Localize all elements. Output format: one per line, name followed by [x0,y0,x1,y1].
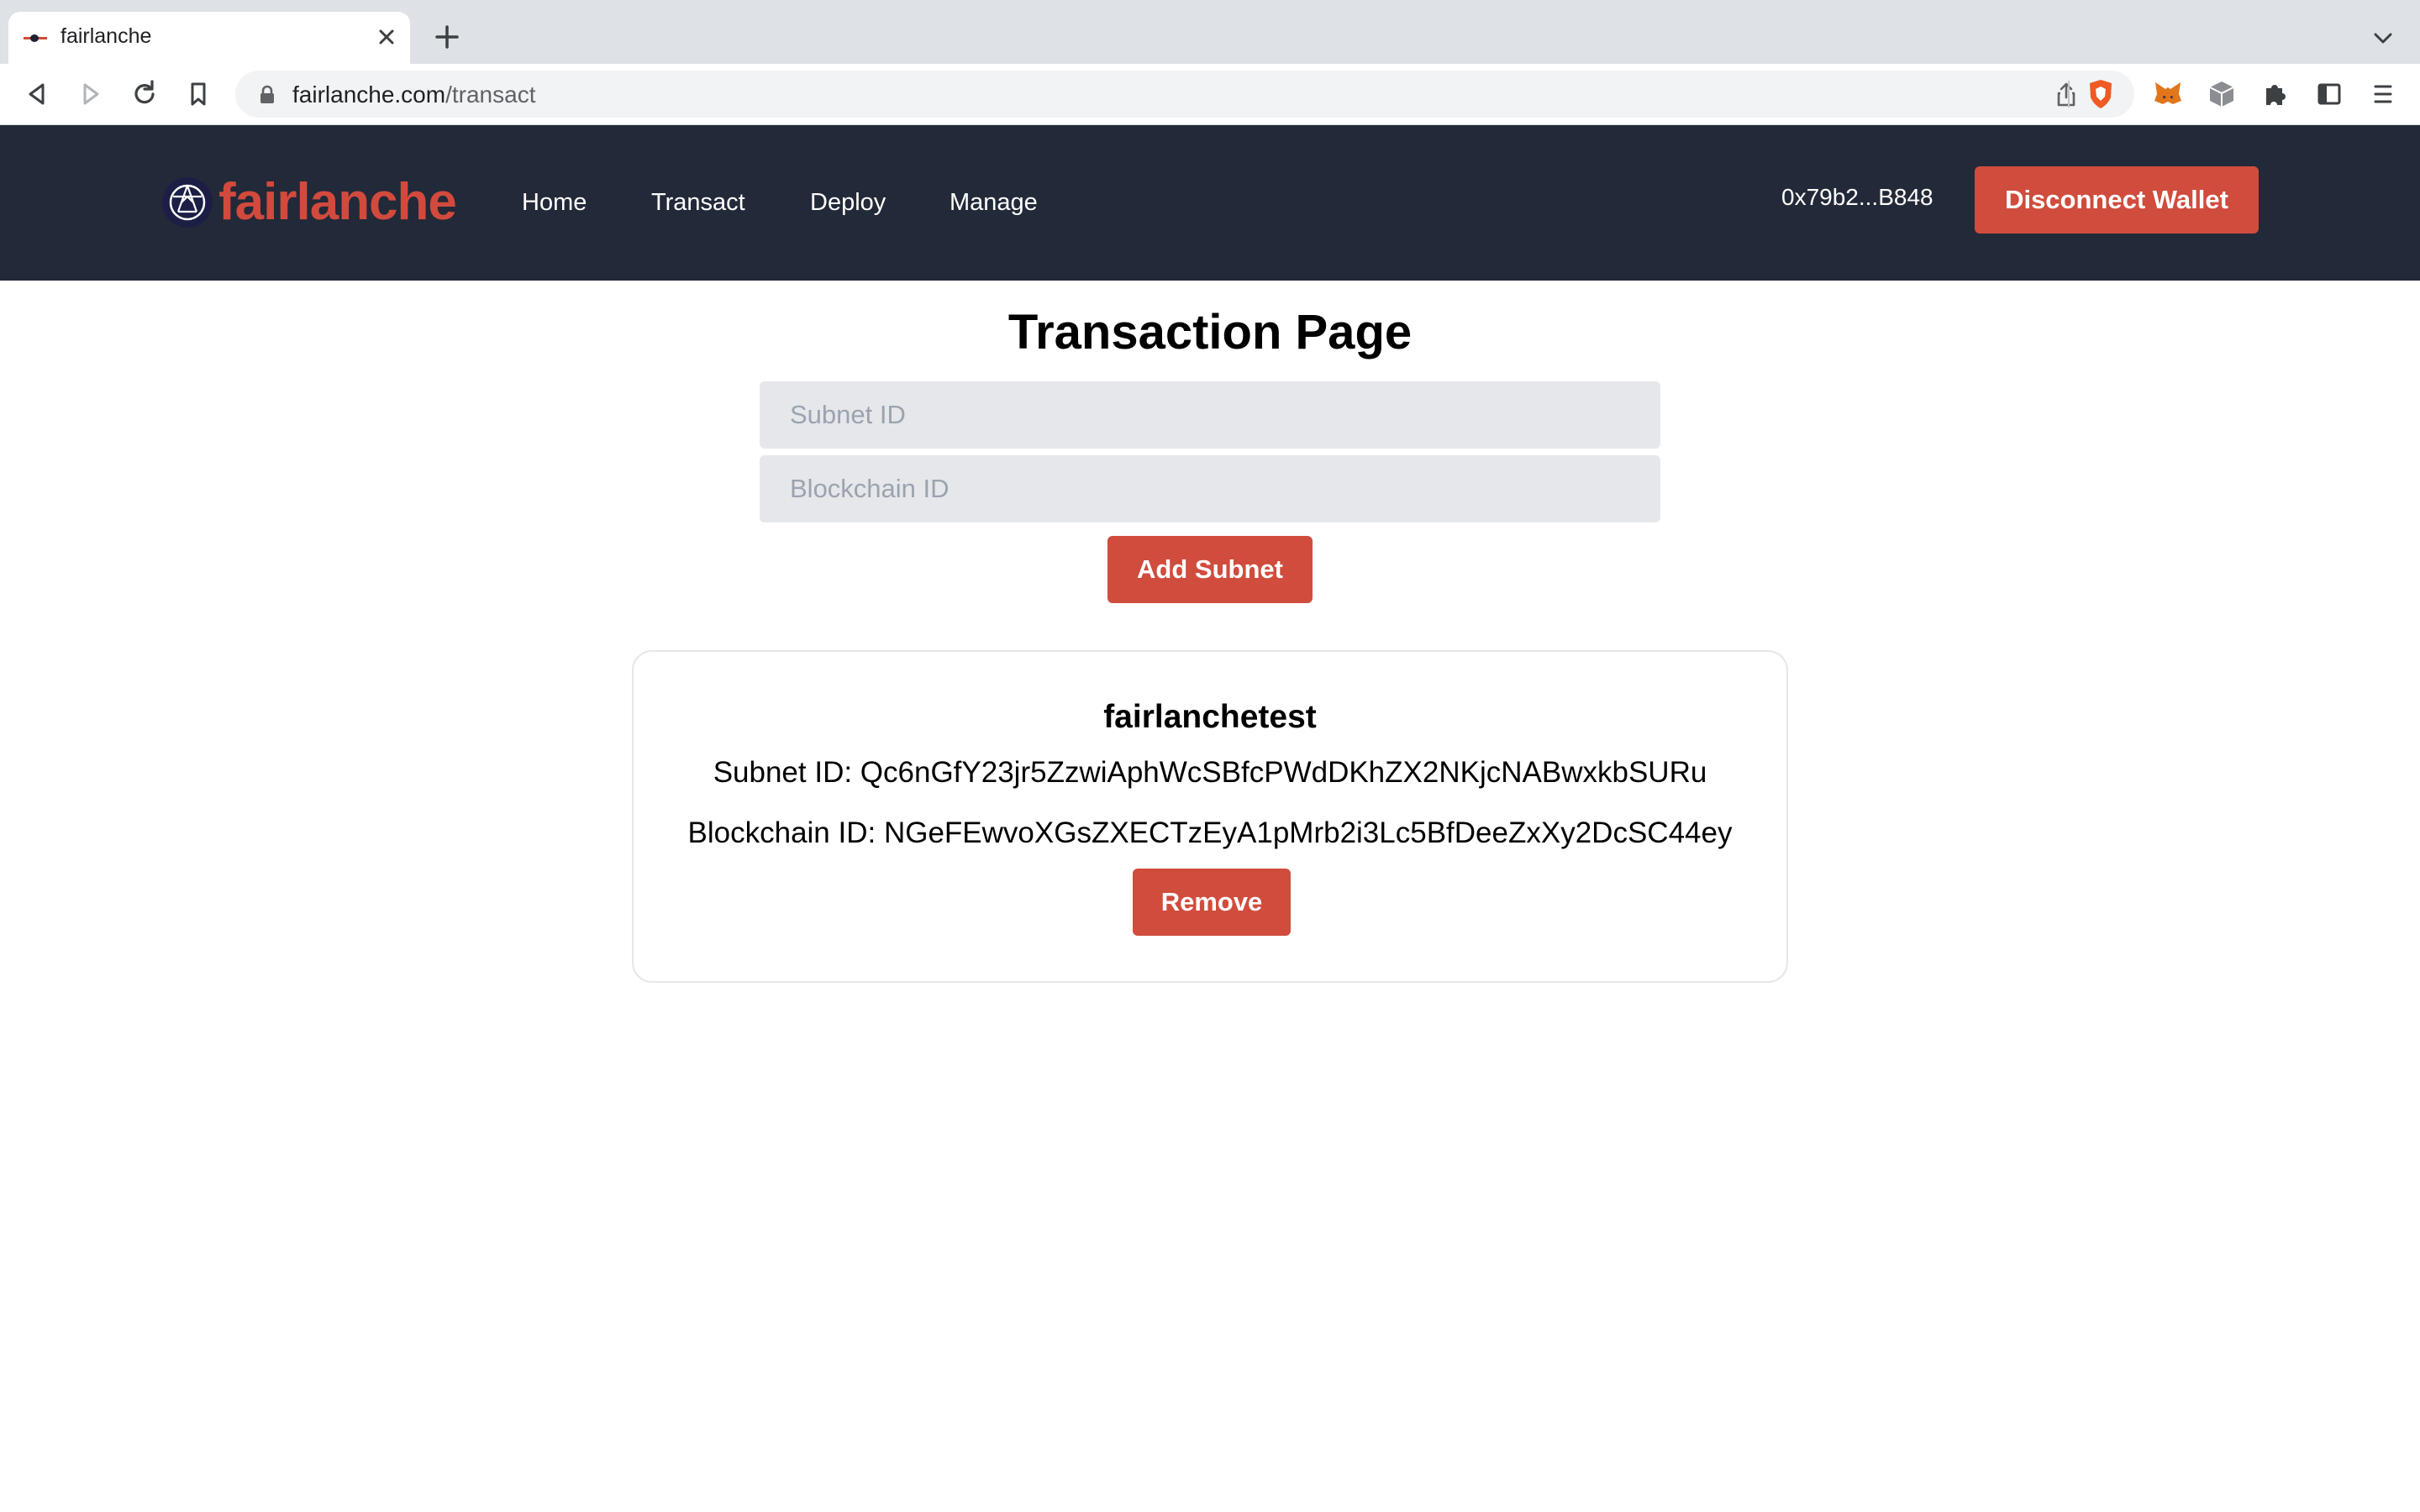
page-title: Transaction Page [1007,305,1413,360]
logo-mark-icon [161,176,213,228]
remove-subnet-button[interactable]: Remove [1133,869,1291,936]
browser-tabstrip: fairlanche [0,0,2420,64]
brave-shield-icon[interactable] [2084,77,2118,111]
bookmark-icon[interactable] [182,77,215,111]
subnet-id-input[interactable] [760,381,1660,449]
add-subnet-button[interactable]: Add Subnet [1107,536,1313,603]
logo-wordmark: fairlanche [218,173,457,231]
nav-transact[interactable]: Transact [651,189,745,217]
blockchain-id-text: Blockchain ID: NGeFEwvoXGsZXECTzEyA1pMrb… [687,816,1733,849]
tab-title: fairlanche [60,24,152,48]
share-icon[interactable] [2052,81,2081,109]
browser-tab[interactable]: fairlanche [8,12,410,64]
menu-icon[interactable] [2366,77,2400,111]
tab-close-icon[interactable] [371,22,402,52]
site-favicon-icon [24,32,47,44]
site-logo[interactable]: fairlanche [161,173,464,232]
subnet-id-text: Subnet ID: Qc6nGfY23jr5ZzwiAphWcSBfcPWdD… [713,756,1707,789]
metamask-icon[interactable] [2151,77,2185,111]
reload-icon[interactable] [128,77,161,111]
address-bar[interactable]: fairlanche.com/transact [235,71,2134,118]
forward-icon[interactable] [74,77,108,111]
cube-extension-icon[interactable] [2205,77,2238,111]
subnet-name: fairlanchetest [1103,699,1317,735]
disconnect-wallet-button[interactable]: Disconnect Wallet [1975,166,2259,234]
toolbar-divider [2068,81,2070,108]
puzzle-extensions-icon[interactable] [2259,77,2292,111]
lock-icon[interactable] [257,84,277,106]
url-host: fairlanche.com [292,81,446,108]
site-header: fairlanche Home Transact Deploy Manage 0… [0,125,2420,281]
back-icon[interactable] [20,77,54,111]
browser-toolbar: fairlanche.com/transact [0,64,2420,125]
nav-home[interactable]: Home [522,189,587,217]
tab-search-chevron-icon[interactable] [2368,24,2398,54]
nav-deploy[interactable]: Deploy [810,189,886,217]
url-path: /transact [445,81,536,108]
sidebar-icon[interactable] [2312,77,2346,111]
new-tab-icon[interactable] [430,20,464,54]
url-text[interactable]: fairlanche.com/transact [292,81,535,108]
nav-manage[interactable]: Manage [950,189,1038,217]
blockchain-id-input[interactable] [760,455,1660,522]
subnet-card: fairlanchetest Subnet ID: Qc6nGfY23jr5Zz… [632,650,1788,983]
wallet-address: 0x79b2...B848 [1781,184,1933,210]
